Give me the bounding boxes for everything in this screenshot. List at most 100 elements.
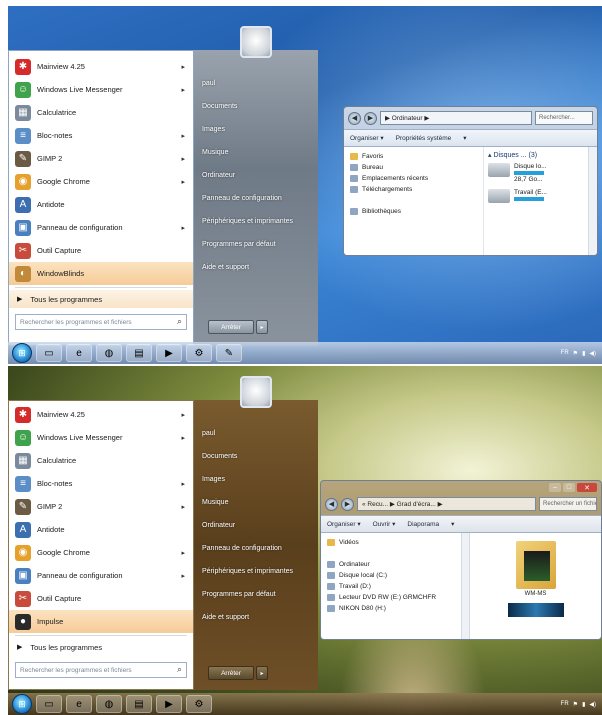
network-icon[interactable]: ▮ bbox=[582, 701, 585, 708]
explorer-icon[interactable]: ▤ bbox=[126, 344, 152, 362]
nav-item[interactable]: Emplacements récents bbox=[350, 173, 477, 184]
right-pane-link[interactable]: Programmes par défaut bbox=[194, 233, 318, 256]
ie-icon[interactable]: e bbox=[66, 344, 92, 362]
nav-item[interactable]: Favoris bbox=[350, 151, 477, 162]
submenu-arrow-icon[interactable]: ▸ bbox=[181, 224, 185, 232]
explorer-icon[interactable]: ▤ bbox=[126, 695, 152, 713]
command-button[interactable]: Ouvrir ▾ bbox=[373, 520, 396, 528]
shutdown-button[interactable]: Arrêter bbox=[208, 666, 254, 680]
shutdown-options-button[interactable]: ▸ bbox=[256, 320, 268, 334]
nav-item[interactable]: Bibliothèques bbox=[350, 206, 477, 217]
drive-item[interactable]: Disque lo... 28,7 Go... bbox=[488, 163, 593, 183]
submenu-arrow-icon[interactable]: ▸ bbox=[181, 155, 185, 163]
shutdown-options-button[interactable]: ▸ bbox=[256, 666, 268, 680]
right-pane-link[interactable]: Images bbox=[194, 468, 318, 491]
address-bar[interactable]: ▶ Ordinateur ▶ bbox=[380, 111, 532, 125]
nav-item[interactable]: NIKON D80 (H:) bbox=[327, 603, 455, 614]
right-pane-link[interactable]: paul bbox=[194, 422, 318, 445]
pinned-item[interactable]: ▣ Panneau de configuration ▸ bbox=[9, 564, 193, 587]
submenu-arrow-icon[interactable]: ▸ bbox=[181, 549, 185, 557]
firefox-icon[interactable]: ◍ bbox=[96, 695, 122, 713]
nav-item[interactable]: Vidéos bbox=[327, 537, 455, 548]
address-bar[interactable]: « Recu... ▶ Grad d'écra... ▶ bbox=[357, 497, 536, 511]
pinned-item[interactable]: ✂ Outil Capture bbox=[9, 587, 193, 610]
right-pane-link[interactable]: paul bbox=[194, 72, 318, 95]
pinned-item[interactable]: ◉ Google Chrome ▸ bbox=[9, 170, 193, 193]
tool-icon[interactable]: ⚙ bbox=[186, 695, 212, 713]
pinned-item[interactable]: ● Impulse bbox=[9, 610, 193, 633]
language-indicator[interactable]: FR bbox=[561, 350, 569, 356]
pinned-item[interactable]: A Antidote bbox=[9, 193, 193, 216]
user-avatar[interactable] bbox=[240, 26, 272, 58]
submenu-arrow-icon[interactable]: ▸ bbox=[181, 480, 185, 488]
pinned-item[interactable]: ◉ Google Chrome ▸ bbox=[9, 541, 193, 564]
forward-button[interactable]: ▶ bbox=[364, 111, 377, 125]
submenu-arrow-icon[interactable]: ▸ bbox=[181, 86, 185, 94]
right-pane-link[interactable]: Programmes par défaut bbox=[194, 583, 318, 606]
right-pane-link[interactable]: Aide et support bbox=[194, 606, 318, 629]
nav-item[interactable]: Ordinateur bbox=[327, 559, 455, 570]
folder-thumbnail[interactable] bbox=[515, 541, 556, 589]
right-pane-link[interactable]: Périphériques et imprimantes bbox=[194, 560, 318, 583]
volume-icon[interactable]: ◀) bbox=[589, 350, 596, 357]
nav-item[interactable]: Travail (D:) bbox=[327, 581, 455, 592]
explorer-search-input[interactable]: Rechercher un fichier bbox=[539, 497, 597, 511]
submenu-arrow-icon[interactable]: ▸ bbox=[181, 503, 185, 511]
start-search-input[interactable]: Rechercher les programmes et fichiers ⌕ bbox=[15, 314, 187, 330]
pinned-item[interactable]: ≡ Bloc-notes ▸ bbox=[9, 124, 193, 147]
folder-icon[interactable]: ▭ bbox=[36, 695, 62, 713]
network-icon[interactable]: ▮ bbox=[582, 350, 585, 357]
pinned-item[interactable]: ☺ Windows Live Messenger ▸ bbox=[9, 426, 193, 449]
image-thumbnail[interactable] bbox=[507, 603, 564, 617]
all-programs-button[interactable]: ▶ Tous les programmes bbox=[9, 638, 193, 656]
right-pane-link[interactable]: Images bbox=[194, 118, 318, 141]
back-button[interactable]: ◀ bbox=[348, 111, 361, 125]
all-programs-button[interactable]: ▶ Tous les programmes bbox=[9, 290, 193, 308]
paint-icon[interactable]: ✎ bbox=[216, 344, 242, 362]
volume-icon[interactable]: ◀) bbox=[589, 701, 596, 708]
nav-item[interactable]: Bureau bbox=[350, 162, 477, 173]
command-button[interactable]: Organiser ▾ bbox=[327, 520, 361, 528]
minimize-button[interactable]: – bbox=[549, 483, 561, 492]
right-pane-link[interactable]: Documents bbox=[194, 445, 318, 468]
forward-button[interactable]: ▶ bbox=[341, 497, 354, 511]
tool-icon[interactable]: ⚙ bbox=[186, 344, 212, 362]
command-button[interactable]: ▾ bbox=[451, 520, 454, 528]
submenu-arrow-icon[interactable]: ▸ bbox=[181, 63, 185, 71]
nav-item[interactable]: Téléchargements bbox=[350, 184, 477, 195]
pinned-item[interactable]: ✎ GIMP 2 ▸ bbox=[9, 147, 193, 170]
right-pane-link[interactable]: Documents bbox=[194, 95, 318, 118]
explorer-search-input[interactable]: Rechercher... bbox=[535, 111, 593, 125]
drive-item[interactable]: Travail (E... bbox=[488, 189, 593, 203]
shutdown-button[interactable]: Arrêter bbox=[208, 320, 254, 334]
submenu-arrow-icon[interactable]: ▸ bbox=[181, 132, 185, 140]
start-button[interactable]: ⊞ bbox=[12, 343, 32, 363]
scrollbar[interactable] bbox=[588, 147, 597, 255]
nav-item[interactable]: Lecteur DVD RW (E:) GRMCHFR bbox=[327, 592, 455, 603]
command-button[interactable]: Propriétés système bbox=[396, 135, 452, 142]
start-button[interactable]: ⊞ bbox=[12, 694, 32, 714]
right-pane-link[interactable]: Périphériques et imprimantes bbox=[194, 210, 318, 233]
pinned-item[interactable]: ☺ Windows Live Messenger ▸ bbox=[9, 78, 193, 101]
command-button[interactable]: Organiser ▾ bbox=[350, 134, 384, 142]
right-pane-link[interactable]: Musique bbox=[194, 141, 318, 164]
media-icon[interactable]: ▶ bbox=[156, 344, 182, 362]
flag-icon[interactable]: ⚑ bbox=[573, 701, 578, 708]
pinned-item[interactable]: ✎ GIMP 2 ▸ bbox=[9, 495, 193, 518]
right-pane-link[interactable]: Panneau de configuration bbox=[194, 187, 318, 210]
user-avatar[interactable] bbox=[240, 376, 272, 408]
right-pane-link[interactable]: Musique bbox=[194, 491, 318, 514]
pinned-item[interactable]: ✱ Mainview 4.25 ▸ bbox=[9, 403, 193, 426]
media-icon[interactable]: ▶ bbox=[156, 695, 182, 713]
pinned-item[interactable]: ▦ Calculatrice bbox=[9, 101, 193, 124]
close-button[interactable]: ✕ bbox=[577, 483, 597, 492]
right-pane-link[interactable]: Ordinateur bbox=[194, 164, 318, 187]
start-search-input[interactable]: Rechercher les programmes et fichiers ⌕ bbox=[15, 662, 187, 678]
submenu-arrow-icon[interactable]: ▸ bbox=[181, 434, 185, 442]
submenu-arrow-icon[interactable]: ▸ bbox=[181, 572, 185, 580]
command-button[interactable]: ▾ bbox=[463, 134, 466, 142]
pinned-item[interactable]: ≡ Bloc-notes ▸ bbox=[9, 472, 193, 495]
nav-item[interactable]: Disque local (C:) bbox=[327, 570, 455, 581]
flag-icon[interactable]: ⚑ bbox=[573, 350, 578, 357]
right-pane-link[interactable]: Ordinateur bbox=[194, 514, 318, 537]
